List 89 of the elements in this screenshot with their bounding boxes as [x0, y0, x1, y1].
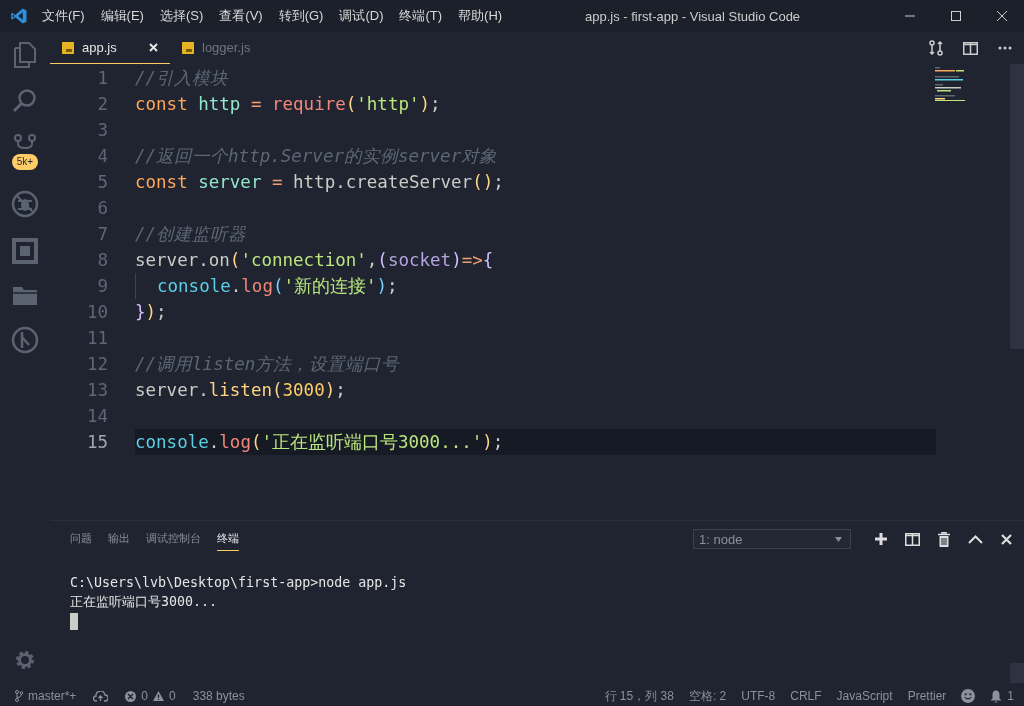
- line-number: 10: [85, 302, 108, 322]
- line-number: 2: [96, 94, 108, 114]
- line-number: 11: [85, 328, 108, 348]
- tab-label: logger.js: [202, 40, 251, 55]
- terminal-line: C:\Users\lvb\Desktop\first-app>node app.js: [70, 574, 408, 592]
- line-number: 13: [85, 380, 108, 400]
- more-icon[interactable]: [998, 46, 1012, 50]
- line-number: 6: [96, 198, 108, 218]
- code-line: console.log('正在监听端口号3000...');: [135, 431, 504, 454]
- menu-item[interactable]: 文件(F): [42, 7, 85, 25]
- menu-item[interactable]: 转到(G): [278, 7, 324, 25]
- terminal-select[interactable]: 1: node: [693, 529, 851, 549]
- code-line: //返回一个http.Server的实例server对象: [135, 145, 498, 168]
- maximize-icon[interactable]: [950, 10, 962, 22]
- js-file-icon: [62, 41, 74, 54]
- terminal-cursor: [70, 613, 78, 630]
- panel-tab[interactable]: 输出: [108, 527, 130, 551]
- line-number: 4: [96, 146, 108, 166]
- branch-icon[interactable]: [15, 690, 23, 702]
- code-line: //调用listen方法，设置端口号: [135, 353, 400, 376]
- warning-count[interactable]: 0: [169, 689, 176, 703]
- menu-item[interactable]: 选择(S): [159, 7, 204, 25]
- close-icon[interactable]: [149, 43, 158, 52]
- bell-icon[interactable]: [990, 689, 1003, 703]
- split-editor-icon[interactable]: [963, 41, 978, 55]
- settings-icon[interactable]: [13, 648, 37, 672]
- files-icon[interactable]: [13, 42, 37, 68]
- code-line: });: [135, 302, 167, 322]
- indentation[interactable]: 空格: 2: [688, 687, 727, 705]
- panel-tab[interactable]: 调试控制台: [146, 527, 201, 551]
- cursor-position[interactable]: 行 15，列 38: [604, 687, 674, 705]
- encoding[interactable]: UTF-8: [741, 689, 776, 703]
- panel-tab[interactable]: 问题: [70, 527, 92, 551]
- line-number: 1: [96, 68, 108, 88]
- js-file-icon: [182, 41, 194, 54]
- bug-icon[interactable]: [11, 190, 39, 218]
- line-number: 9: [96, 276, 108, 296]
- line-number: 15: [85, 432, 108, 452]
- warning-icon[interactable]: [153, 691, 165, 701]
- trash-icon[interactable]: [938, 531, 950, 547]
- close-icon[interactable]: [1001, 533, 1012, 545]
- search-icon[interactable]: [12, 88, 38, 114]
- dropdown-caret-icon: [835, 536, 842, 542]
- language-mode[interactable]: JavaScript: [836, 689, 893, 703]
- line-number: 12: [85, 354, 108, 374]
- folder-icon[interactable]: [12, 284, 38, 306]
- extensions-icon[interactable]: [12, 238, 38, 264]
- file-size: 338 bytes: [192, 689, 245, 703]
- split-terminal-icon[interactable]: [905, 532, 920, 546]
- code-line: server.listen(3000);: [135, 380, 346, 400]
- plus-icon[interactable]: [875, 533, 887, 545]
- menu-item[interactable]: 查看(V): [219, 7, 263, 25]
- error-icon[interactable]: [125, 690, 137, 702]
- code-line: const http = require('http');: [135, 94, 441, 114]
- line-number: 3: [96, 120, 108, 140]
- code-line: const server = http.createServer();: [135, 172, 504, 192]
- error-count[interactable]: 0: [141, 689, 149, 703]
- editor-tab[interactable]: logger.js: [170, 32, 263, 64]
- notification-count[interactable]: 1: [1007, 689, 1014, 703]
- formatter[interactable]: Prettier: [907, 689, 947, 703]
- code-line: //引入模块: [135, 67, 229, 90]
- code-line: server.on('connection',(socket)=>{: [135, 250, 494, 270]
- menu-item[interactable]: 终端(T): [399, 7, 443, 25]
- branch-label[interactable]: master*+: [28, 689, 77, 703]
- line-number: 8: [96, 250, 108, 270]
- panel-tab[interactable]: 终端: [217, 527, 239, 551]
- line-number: 7: [96, 224, 108, 244]
- tab-label: app.js: [82, 40, 117, 55]
- window-title: app.js - first-app - Visual Studio Code: [585, 8, 801, 24]
- smiley-icon[interactable]: [961, 689, 976, 703]
- code-line: //创建监听器: [135, 223, 247, 246]
- branch-circle-icon[interactable]: [11, 326, 39, 354]
- close-icon[interactable]: [996, 10, 1008, 22]
- line-number: 5: [96, 172, 108, 192]
- menu-item[interactable]: 编辑(E): [100, 7, 144, 25]
- badge: 5k+: [11, 154, 39, 170]
- app-logo-icon: [10, 7, 28, 25]
- line-number: 14: [85, 406, 108, 426]
- line-ending[interactable]: CRLF: [790, 689, 822, 703]
- menu-item[interactable]: 帮助(H): [458, 7, 503, 25]
- cloud-upload-icon[interactable]: [93, 690, 109, 702]
- terminal-line: 正在监听端口号3000...: [70, 593, 219, 611]
- chevron-up-icon[interactable]: [968, 534, 983, 544]
- compare-icon[interactable]: [929, 40, 943, 56]
- code-line: console.log('新的连接');: [157, 275, 398, 298]
- menu-item[interactable]: 调试(D): [339, 7, 384, 25]
- editor-tab[interactable]: app.js: [50, 32, 170, 64]
- source-control-icon[interactable]: [13, 134, 37, 152]
- indent-guide: [135, 273, 136, 299]
